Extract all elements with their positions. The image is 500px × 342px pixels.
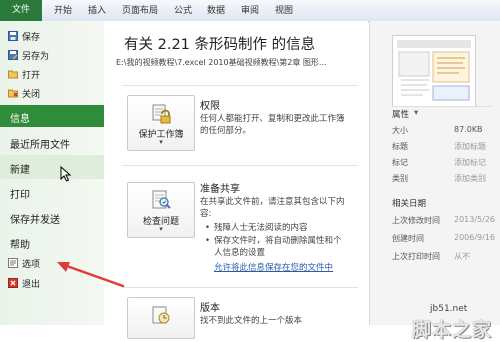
sidebar-item-close[interactable]: 关闭 xyxy=(0,86,104,100)
sidebar-item-options[interactable]: 选项 xyxy=(0,256,104,270)
versions-text: 找不到此文件的上一个版本 xyxy=(200,316,303,326)
sidebar-item-save-as[interactable]: 另存为 xyxy=(0,48,104,62)
open-folder-icon xyxy=(8,70,18,79)
close-file-icon xyxy=(8,89,18,98)
prepare-text-1: 在共享此文件前，请注意其包含以下内 xyxy=(200,197,345,207)
sidebar-item-label: 最近所用文件 xyxy=(10,140,70,151)
sidebar-item-label: 打印 xyxy=(10,190,30,201)
sidebar-item-print[interactable]: 打印 xyxy=(0,181,104,203)
sidebar-item-label: 打开 xyxy=(22,71,41,81)
allow-save-info-link[interactable]: 允许将此信息保存在您的文件中 xyxy=(214,262,333,274)
tab-formulas[interactable]: 公式 xyxy=(170,3,196,20)
prepare-title: 准备共享 xyxy=(200,184,240,195)
chevron-down-icon: ▾ xyxy=(159,225,163,233)
tab-review[interactable]: 审阅 xyxy=(237,3,263,20)
sidebar-item-label: 信息 xyxy=(10,114,30,125)
ribbon-tab-bar: 文件 开始 插入 页面布局 公式 数据 审阅 视图 xyxy=(0,0,500,22)
lock-icon xyxy=(152,104,171,124)
sidebar-item-label: 帮助 xyxy=(10,240,30,251)
manage-versions-button[interactable] xyxy=(127,297,195,339)
bullet-icon: • xyxy=(205,223,211,233)
info-content: 有关 2.21 条形码制作 的信息 E:\我的视频教程\7.excel 2010… xyxy=(104,21,368,339)
watermark-url: jb51.net xyxy=(430,304,468,314)
sidebar-item-open[interactable]: 打开 xyxy=(0,67,104,81)
sidebar-item-save-and-send[interactable]: 保存并发送 xyxy=(0,206,104,228)
chevron-down-icon: ▾ xyxy=(414,108,419,118)
permissions-text-2: 的任何部分。 xyxy=(200,126,252,136)
divider xyxy=(122,165,358,166)
options-icon xyxy=(8,258,18,268)
divider xyxy=(392,106,492,107)
sidebar-item-label: 选项 xyxy=(22,260,41,270)
tab-home[interactable]: 开始 xyxy=(50,3,76,20)
prepare-text-2: 容: xyxy=(200,209,212,219)
sidebar-item-new[interactable]: 新建 xyxy=(0,155,104,179)
permissions-title: 权限 xyxy=(200,101,220,112)
prepare-bullet-2: 保存文件时，将自动删除属性和个 xyxy=(214,236,342,246)
sidebar-item-label: 另存为 xyxy=(22,52,50,62)
tab-insert[interactable]: 插入 xyxy=(84,3,110,20)
sidebar-item-label: 保存 xyxy=(22,33,41,43)
sidebar-item-label: 关闭 xyxy=(22,90,41,100)
sidebar-item-label: 新建 xyxy=(10,165,30,176)
chevron-down-icon: ▾ xyxy=(159,138,163,146)
sidebar-item-info[interactable]: 信息 xyxy=(0,105,104,127)
divider xyxy=(122,287,358,288)
sidebar-item-recent[interactable]: 最近所用文件 xyxy=(0,131,104,153)
exit-icon xyxy=(8,278,18,288)
mouse-cursor-icon xyxy=(60,166,72,182)
sidebar-item-label: 保存并发送 xyxy=(10,215,60,226)
sidebar-item-label: 退出 xyxy=(22,280,41,290)
versions-icon xyxy=(152,306,170,324)
thumbnail-image xyxy=(397,40,471,101)
backstage-sidebar: 保存 另存为 打开 关闭 信息 最近所用文件 新建 打印 保存并发送 帮助 选项… xyxy=(0,21,105,325)
save-as-icon xyxy=(8,50,18,60)
page-title: 有关 2.21 条形码制作 的信息 xyxy=(124,37,316,53)
sidebar-item-help[interactable]: 帮助 xyxy=(0,231,104,253)
watermark-text: 脚本之家 xyxy=(412,319,493,341)
tab-data[interactable]: 数据 xyxy=(203,3,229,20)
save-icon xyxy=(8,31,18,41)
versions-title: 版本 xyxy=(200,303,220,314)
divider xyxy=(122,85,358,86)
prepare-bullet-2-cont: 人信息的设置 xyxy=(214,248,266,258)
check-for-issues-button[interactable]: 检查问题 ▾ xyxy=(127,182,195,238)
inspect-document-icon xyxy=(152,190,171,209)
tab-file[interactable]: 文件 xyxy=(0,0,42,21)
protect-workbook-button[interactable]: 保护工作簿 ▾ xyxy=(127,95,195,151)
tab-view[interactable]: 视图 xyxy=(271,3,297,20)
sidebar-item-save[interactable]: 保存 xyxy=(0,29,104,43)
bullet-icon: • xyxy=(205,236,211,246)
permissions-text-1: 任何人都能打开、复制和更改此工作簿 xyxy=(200,114,345,124)
prepare-bullet-1: 残障人士无法阅读的内容 xyxy=(214,223,308,233)
sidebar-item-exit[interactable]: 退出 xyxy=(0,276,104,290)
tab-page-layout[interactable]: 页面布局 xyxy=(118,3,162,20)
file-path: E:\我的视频教程\7.excel 2010基础视频教程\第2章 图形... xyxy=(116,58,327,67)
properties-panel: 属性 ▾ 大小 87.0KB 标题 添加标题 标记 添加标记 类别 添加类别 相关日期 上… xyxy=(369,21,500,341)
document-thumbnail xyxy=(392,35,476,107)
